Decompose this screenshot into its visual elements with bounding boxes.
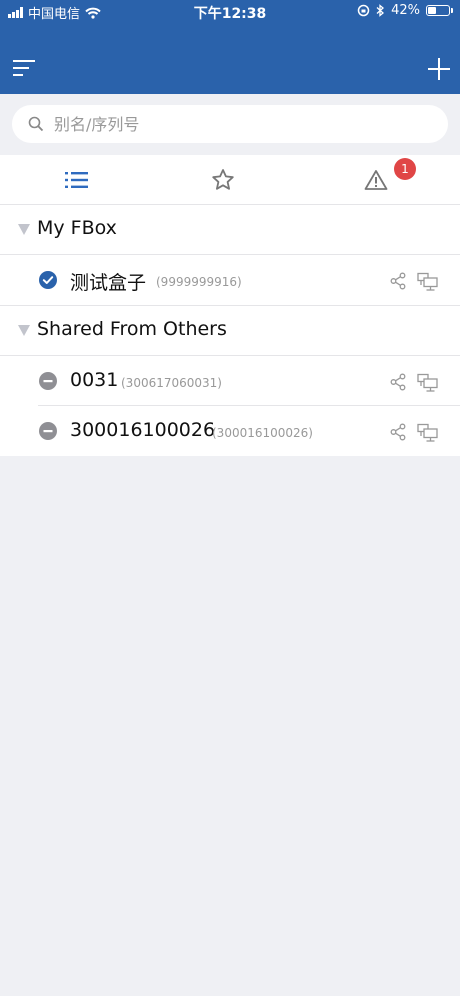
battery-icon <box>426 5 453 16</box>
group-title: My FBox <box>37 217 117 239</box>
remote-desktop-icon[interactable] <box>417 272 439 292</box>
search-box[interactable] <box>12 105 448 143</box>
share-icon[interactable] <box>389 373 407 391</box>
remote-desktop-icon[interactable] <box>417 373 439 393</box>
device-name: 测试盒子 <box>70 272 147 294</box>
share-icon[interactable] <box>389 272 407 290</box>
device-serial: (9999999916) <box>156 275 242 289</box>
tab-alerts[interactable] <box>299 155 452 205</box>
device-list: My FBox 测试盒子 (9999999916) Shared From Ot… <box>0 205 460 456</box>
orientation-lock-icon <box>357 4 370 17</box>
status-bar: 中国电信 下午12:38 42% <box>0 0 460 24</box>
device-row[interactable]: 测试盒子 (9999999916) <box>0 255 460 306</box>
tab-bar <box>0 155 460 205</box>
tab-list[interactable] <box>0 155 153 205</box>
battery-percent: 42% <box>391 3 420 18</box>
device-row[interactable]: 300016100026 (300016100026) <box>0 406 460 456</box>
search-icon <box>28 116 44 132</box>
group-header-my-fbox[interactable]: My FBox <box>0 205 460 255</box>
device-serial: (300617060031) <box>121 376 222 390</box>
list-icon <box>64 172 88 188</box>
menu-icon[interactable] <box>12 58 38 78</box>
nav-bar <box>0 24 460 94</box>
offline-minus-icon <box>39 372 57 390</box>
tab-favorites[interactable] <box>146 155 299 205</box>
group-title: Shared From Others <box>37 318 227 340</box>
collapse-triangle-icon <box>18 325 30 336</box>
device-name: 300016100026 <box>70 419 216 441</box>
device-row[interactable]: 0031 (300617060031) <box>0 356 460 406</box>
device-serial: (300016100026) <box>212 426 313 440</box>
remote-desktop-icon[interactable] <box>417 423 439 443</box>
offline-minus-icon <box>39 422 57 440</box>
plus-icon[interactable] <box>426 56 452 82</box>
alert-count-badge: 1 <box>394 158 416 180</box>
share-icon[interactable] <box>389 423 407 441</box>
alert-icon <box>364 170 387 190</box>
search-area <box>0 94 460 154</box>
device-name: 0031 <box>70 369 119 391</box>
search-input[interactable] <box>52 113 416 135</box>
star-icon <box>211 169 234 190</box>
bluetooth-icon <box>376 4 385 17</box>
group-header-shared[interactable]: Shared From Others <box>0 306 460 356</box>
collapse-triangle-icon <box>18 224 30 235</box>
online-check-icon <box>39 271 57 289</box>
